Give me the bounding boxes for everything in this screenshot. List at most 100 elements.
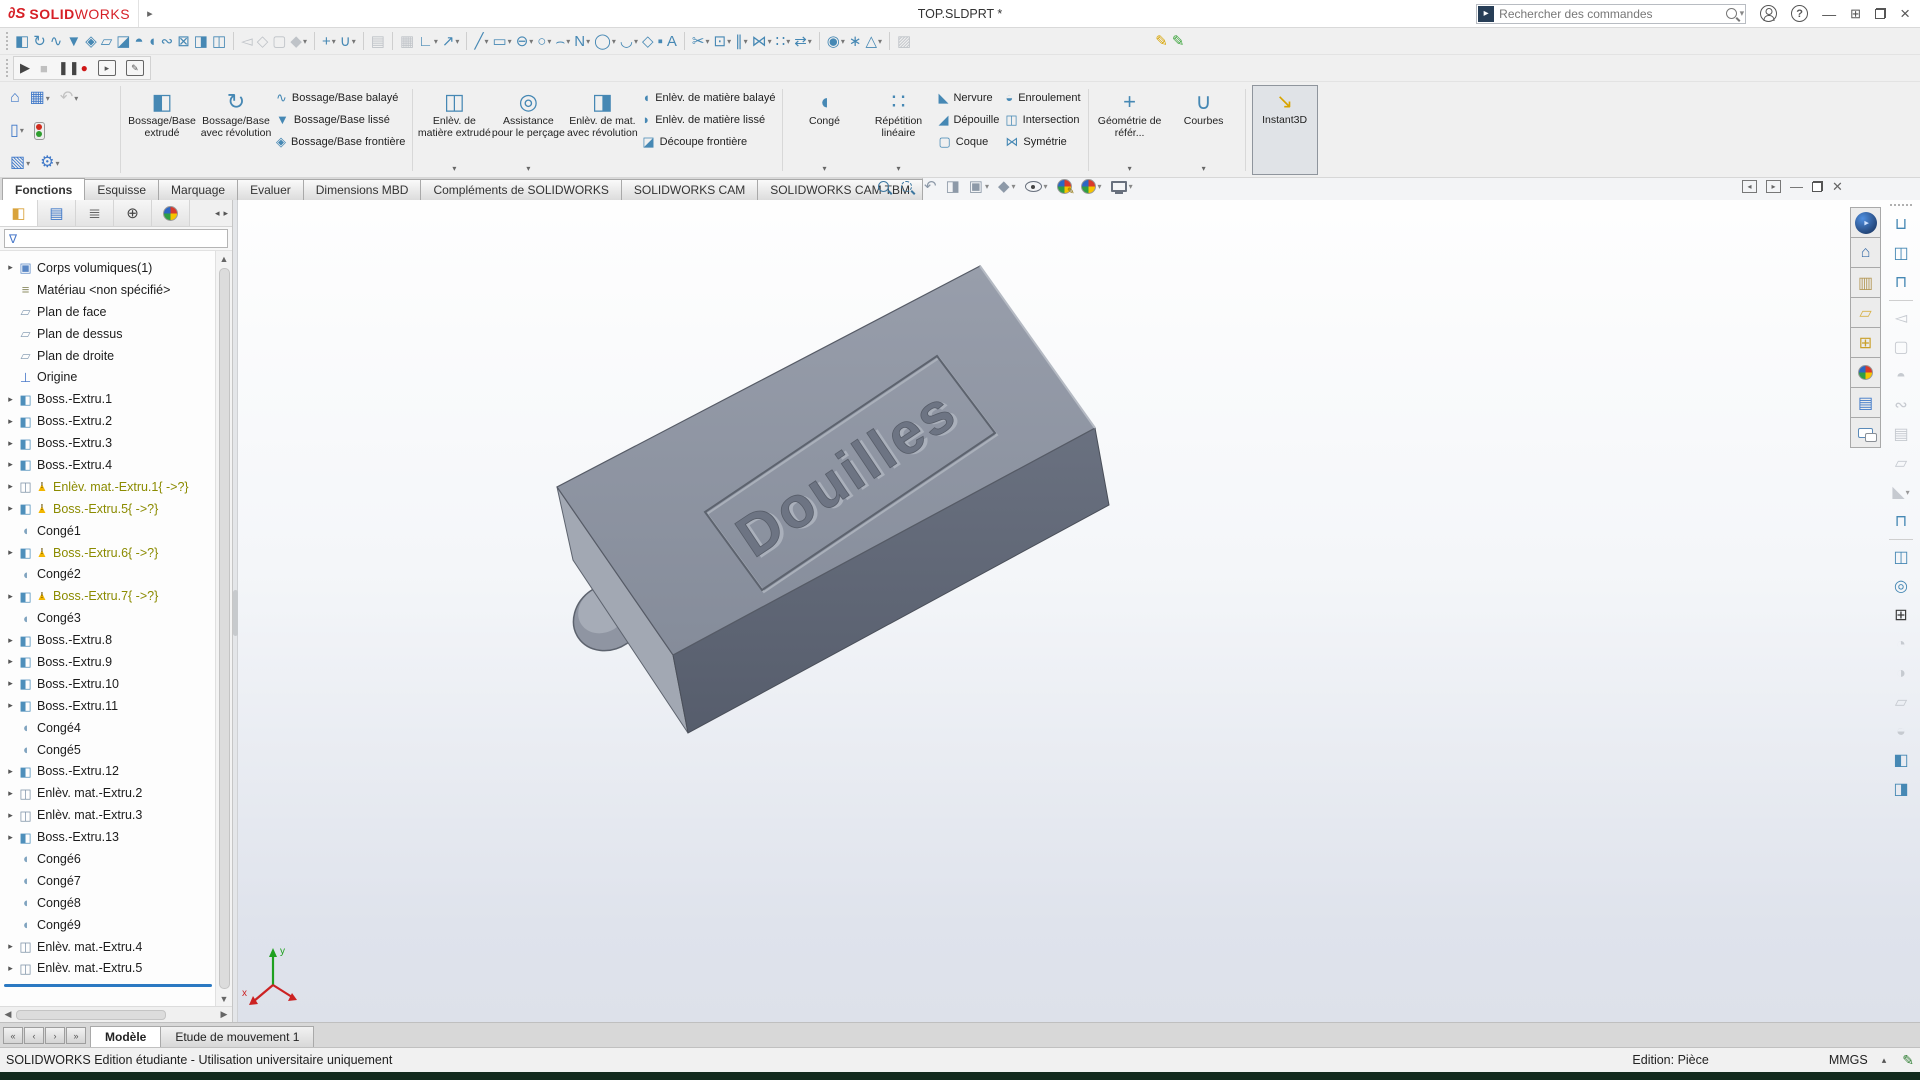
toolbar-grip[interactable]	[6, 32, 9, 50]
point-icon[interactable]: ▪	[656, 30, 665, 52]
display-relations-icon[interactable]: ◉▾	[825, 30, 847, 52]
trim-entities-icon[interactable]: ✂▾	[690, 30, 712, 52]
lofted-boss-icon[interactable]: ▼	[64, 30, 83, 52]
options-button[interactable]: ⚙▾	[40, 155, 59, 171]
dropdown-caret-icon[interactable]: ▾	[878, 37, 882, 46]
circle-icon[interactable]: ○▾	[535, 30, 553, 52]
tab-dimxpertmanager[interactable]: ⊕	[114, 200, 152, 226]
apply-scene-icon[interactable]: ▾	[1081, 179, 1102, 194]
jump-to-start-icon[interactable]: «	[3, 1027, 23, 1044]
dropdown-caret-icon[interactable]: ▾	[526, 164, 530, 173]
run-macro-icon[interactable]: ▶	[20, 60, 30, 76]
dropdown-caret-icon[interactable]: ▾	[841, 37, 845, 46]
sketch-icon[interactable]: ∟▾	[416, 30, 440, 52]
curves-button[interactable]: ∪Courbes▾	[1167, 85, 1241, 175]
scroll-right-icon[interactable]: ▶	[216, 1009, 232, 1020]
tree-item[interactable]: ⊥Origine	[4, 366, 212, 388]
quick-snaps-icon[interactable]: △▾	[863, 30, 884, 52]
expand-arrow-icon[interactable]: ▸	[4, 810, 17, 821]
swept-boss-button[interactable]: ∿Bossage/Base balayé	[276, 89, 405, 106]
revolved-boss-button[interactable]: ↻Bossage/Base avec révolution	[199, 85, 273, 175]
expand-arrow-icon[interactable]: ▸	[4, 656, 17, 667]
tree-horizontal-scrollbar[interactable]: ◀ ▶	[0, 1006, 232, 1022]
tree-item[interactable]: ▱Plan de face	[4, 301, 212, 323]
reference-geometry-icon[interactable]: +▾	[320, 30, 338, 52]
split-icon[interactable]: ◫	[210, 30, 228, 52]
expand-arrow-icon[interactable]: ▸	[4, 481, 17, 492]
move-entities-icon[interactable]: ⇄▾	[792, 30, 814, 52]
dropdown-caret-icon[interactable]: ▾	[452, 164, 456, 173]
rollback-bar[interactable]	[4, 984, 212, 987]
dropdown-caret-icon[interactable]: ▾	[46, 94, 50, 103]
wrap-feature-button[interactable]: ◒Enroulement	[1005, 89, 1080, 106]
dropdown-caret-icon[interactable]: ▾	[1098, 182, 1102, 191]
step-back-icon[interactable]: ‹	[24, 1027, 44, 1044]
slot-icon[interactable]: ⊖▾	[514, 30, 536, 52]
graphics-viewport[interactable]: Douilles Douilles y x ⌂▥▱⊞▤ ⊔◫⊓◅▢◓∾▤▱◣▾⊓…	[238, 200, 1920, 1022]
minimize-document-icon[interactable]: —	[1790, 180, 1803, 193]
rib-button[interactable]: ◣Nervure	[938, 89, 999, 106]
dropdown-caret-icon[interactable]: ▾	[55, 159, 59, 168]
dropdown-caret-icon[interactable]: ▾	[434, 37, 438, 46]
delete-body-icon[interactable]: ▢	[270, 30, 288, 52]
swept-boss-icon[interactable]: ∿	[48, 30, 65, 52]
restore-icon[interactable]	[1875, 8, 1886, 19]
dropdown-caret-icon[interactable]: ▾	[634, 37, 638, 46]
tree-item[interactable]: ▱Plan de droite	[4, 345, 212, 367]
restore-document-icon[interactable]	[1812, 181, 1823, 192]
linear-sketch-pattern-icon[interactable]: ∷▾	[774, 30, 793, 52]
panel-scroll-right-icon[interactable]: ▸	[223, 208, 228, 219]
tree-item[interactable]: ▸◫Enlèv. mat.-Extru.3	[4, 804, 212, 826]
jump-to-end-icon[interactable]: »	[66, 1027, 86, 1044]
repair-sketch-icon[interactable]: ∗	[847, 30, 864, 52]
extruded-boss-button[interactable]: ◧Bossage/Base extrudé	[125, 85, 199, 175]
offset-entities-icon[interactable]: ∥▾	[733, 30, 750, 52]
tree-item[interactable]: ▸◧Boss.-Extru.9	[4, 651, 212, 673]
tree-item[interactable]: ▸◧Boss.-Extru.12	[4, 760, 212, 782]
corner-icon[interactable]: ◣▾	[1884, 478, 1918, 507]
search-caret-icon[interactable]: ▾	[1740, 8, 1745, 19]
pause-record-icon[interactable]: ❚❚●	[58, 60, 88, 76]
tree-item[interactable]: ◖Congé8	[4, 892, 212, 914]
dropdown-caret-icon[interactable]: ▾	[26, 159, 30, 168]
expand-arrow-icon[interactable]: ▸	[4, 459, 17, 470]
panel-scroll-left-icon[interactable]: ◂	[215, 208, 220, 219]
zoom-area-icon[interactable]	[901, 181, 915, 192]
sketch-picture-icon[interactable]: ▨	[895, 30, 913, 52]
sheet-metal-base-icon[interactable]: ⊔	[1884, 210, 1918, 239]
dropdown-caret-icon[interactable]: ▾	[74, 94, 78, 103]
tree-item[interactable]: ▸◧Boss.-Extru.13	[4, 826, 212, 848]
tab-home[interactable]: ⌂	[1850, 237, 1881, 268]
expand-arrow-icon[interactable]: ▸	[4, 394, 17, 405]
drawing-sheet-icon[interactable]: ▤	[369, 30, 387, 52]
flatten-icon[interactable]: ▱	[1884, 688, 1918, 717]
expand-arrow-icon[interactable]: ▸	[4, 766, 17, 777]
polygon-icon[interactable]: ◇	[640, 30, 656, 52]
smart-dimension-icon[interactable]: ↗▾	[440, 30, 462, 52]
tree-item[interactable]: ▸◧Boss.-Extru.2	[4, 410, 212, 432]
tree-filter-input[interactable]: ∇	[4, 229, 228, 248]
move-face-icon[interactable]: ◅	[239, 30, 255, 52]
home-button[interactable]: ⌂	[10, 90, 20, 106]
dropdown-caret-icon[interactable]: ▾	[332, 37, 336, 46]
combine-icon[interactable]: ◇	[255, 30, 271, 52]
tag-pencil-icon[interactable]: ✎	[1902, 1052, 1914, 1069]
search-input[interactable]	[1494, 7, 1725, 21]
tab-etude-de-mouvement-1[interactable]: Etude de mouvement 1	[160, 1026, 314, 1047]
tree-item[interactable]: ▸◧Boss.-Extru.3	[4, 432, 212, 454]
tree-item[interactable]: ▸◧Boss.-Extru.10	[4, 673, 212, 695]
tree-item[interactable]: ▸◧▲Boss.-Extru.6{ ->?}	[4, 542, 212, 564]
extruded-flange-icon[interactable]: ⊓	[1884, 268, 1918, 297]
edit-appearance-icon[interactable]: ✎	[1057, 179, 1072, 194]
dropdown-caret-icon[interactable]: ▾	[744, 37, 748, 46]
dropdown-caret-icon[interactable]: ▾	[547, 37, 551, 46]
tree-item[interactable]: ◖Congé9	[4, 914, 212, 936]
tree-item[interactable]: ◖Congé3	[4, 607, 212, 629]
cavity-icon[interactable]: ⊠	[175, 30, 192, 52]
display-style-icon[interactable]: ◆▾	[998, 179, 1016, 194]
expand-arrow-icon[interactable]: ▸	[4, 635, 17, 646]
dropdown-caret-icon[interactable]: ▾	[303, 37, 307, 46]
tab-evaluer[interactable]: Evaluer	[237, 179, 304, 200]
simple-hole-icon[interactable]: ◎	[1884, 572, 1918, 601]
boundary-cut-button[interactable]: ◪Découpe frontière	[642, 133, 775, 150]
